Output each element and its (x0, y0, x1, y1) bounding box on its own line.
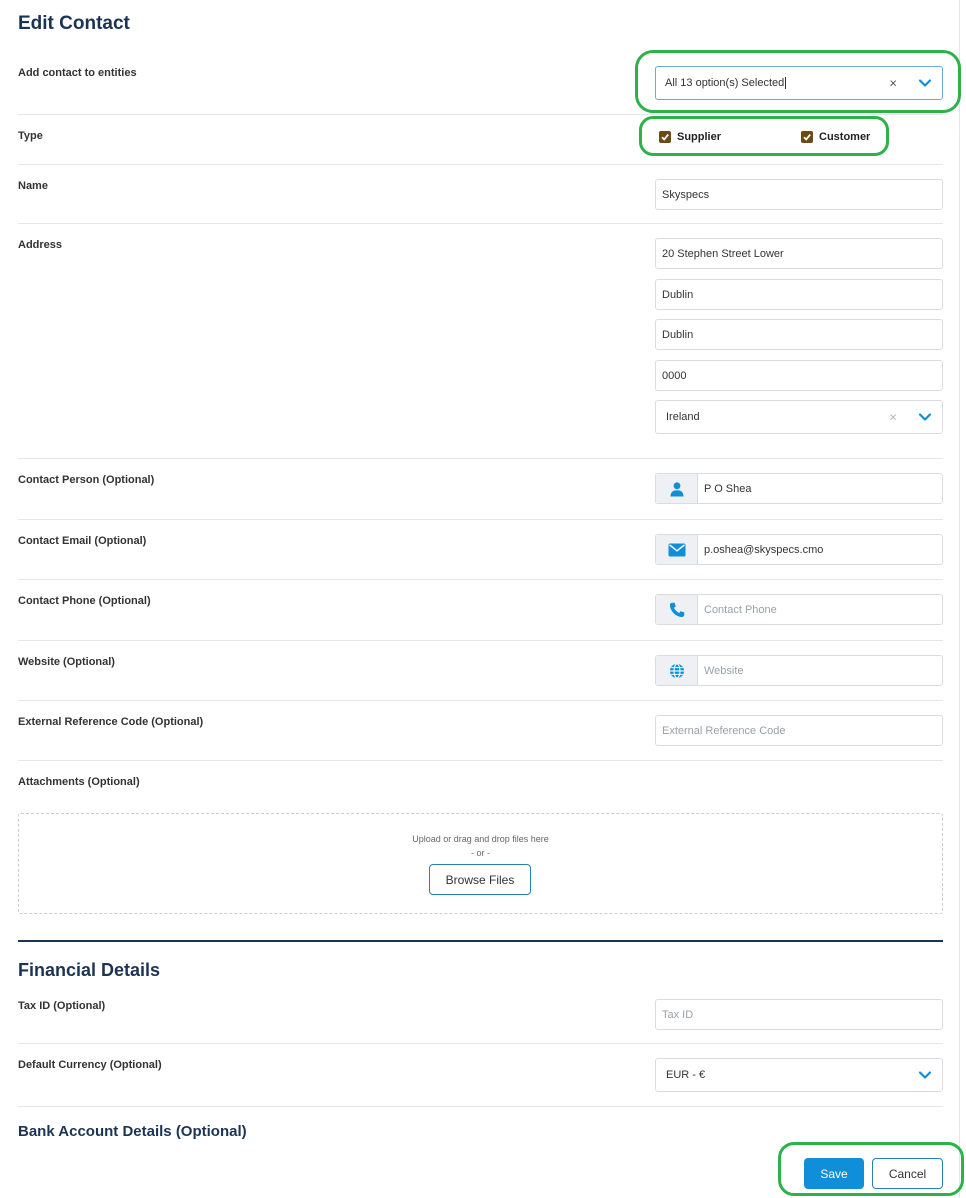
contact-email-value: p.oshea@skyspecs.cmo (704, 543, 824, 556)
website-label: Website (Optional) (18, 656, 115, 668)
checkbox-checked-icon (659, 131, 671, 143)
contact-email-input[interactable]: p.oshea@skyspecs.cmo (655, 534, 943, 565)
divider (18, 1043, 943, 1044)
address-postcode-input[interactable]: 0000 (655, 360, 943, 391)
tax-id-label: Tax ID (Optional) (18, 1000, 106, 1012)
dropzone-hint: Upload or drag and drop files here (412, 834, 549, 844)
currency-select[interactable]: EUR - € (655, 1058, 943, 1092)
dropzone-or: - or - (471, 848, 490, 858)
currency-label: Default Currency (Optional) (18, 1059, 162, 1071)
supplier-checkbox[interactable]: Supplier (659, 131, 721, 143)
save-button[interactable]: Save (804, 1158, 864, 1189)
address-city-value: Dublin (662, 288, 694, 301)
tax-id-input[interactable]: Tax ID (655, 999, 943, 1030)
divider (18, 458, 943, 459)
address-line1-input[interactable]: 20 Stephen Street Lower (655, 238, 943, 269)
address-city-input[interactable]: Dublin (655, 279, 943, 310)
divider (18, 114, 943, 115)
external-ref-label: External Reference Code (Optional) (18, 716, 204, 728)
contact-person-value: P O Shea (704, 482, 752, 495)
type-label: Type (18, 130, 43, 142)
external-ref-placeholder: External Reference Code (662, 724, 786, 737)
entities-label: Add contact to entities (18, 67, 137, 79)
tax-id-placeholder: Tax ID (662, 1008, 694, 1021)
chevron-down-icon[interactable] (918, 1068, 932, 1082)
chevron-down-icon[interactable] (918, 410, 932, 424)
address-label: Address (18, 239, 63, 251)
entities-clear-icon[interactable]: × (889, 76, 897, 91)
address-county-input[interactable]: Dublin (655, 319, 943, 350)
envelope-icon (656, 535, 698, 564)
country-select[interactable]: Ireland × (655, 400, 943, 434)
address-county-value: Dublin (662, 328, 694, 341)
edit-contact-panel: Edit Contact Add contact to entities All… (0, 0, 960, 1198)
divider (18, 640, 943, 641)
text-cursor (785, 77, 787, 89)
address-line1-value: 20 Stephen Street Lower (662, 247, 784, 260)
entities-select-value: All 13 option(s) Selected (665, 77, 785, 89)
address-postcode-value: 0000 (662, 369, 687, 382)
bank-account-title: Bank Account Details (Optional) (18, 1123, 247, 1140)
divider (18, 700, 943, 701)
phone-icon (656, 595, 698, 624)
page-title: Edit Contact (18, 13, 130, 34)
divider (18, 1106, 943, 1107)
cancel-button[interactable]: Cancel (872, 1158, 943, 1189)
contact-phone-label: Contact Phone (Optional) (18, 595, 151, 607)
divider (18, 579, 943, 580)
country-select-value: Ireland (666, 411, 700, 423)
browse-files-button[interactable]: Browse Files (429, 864, 531, 895)
contact-person-label: Contact Person (Optional) (18, 474, 155, 486)
divider (18, 164, 943, 165)
attachments-label: Attachments (Optional) (18, 776, 140, 788)
customer-label: Customer (819, 131, 871, 143)
customer-checkbox[interactable]: Customer (801, 131, 870, 143)
divider (18, 519, 943, 520)
contact-phone-input[interactable]: Contact Phone (655, 594, 943, 625)
section-divider (18, 940, 943, 942)
person-icon (656, 474, 698, 503)
website-placeholder: Website (704, 664, 744, 677)
globe-icon (656, 656, 698, 685)
supplier-label: Supplier (677, 131, 722, 143)
contact-person-input[interactable]: P O Shea (655, 473, 943, 504)
entities-select[interactable]: All 13 option(s) Selected × (655, 66, 943, 100)
divider (18, 760, 943, 761)
divider (18, 223, 943, 224)
checkbox-checked-icon (801, 131, 813, 143)
financial-details-title: Financial Details (18, 960, 161, 980)
country-clear-icon[interactable]: × (889, 410, 897, 425)
currency-select-value: EUR - € (666, 1069, 706, 1081)
name-value: Skyspecs (662, 188, 710, 201)
name-input[interactable]: Skyspecs (655, 179, 943, 210)
website-input[interactable]: Website (655, 655, 943, 686)
name-label: Name (18, 180, 48, 192)
external-ref-input[interactable]: External Reference Code (655, 715, 943, 746)
chevron-down-icon[interactable] (918, 76, 932, 90)
contact-phone-placeholder: Contact Phone (704, 603, 777, 616)
contact-email-label: Contact Email (Optional) (18, 535, 147, 547)
